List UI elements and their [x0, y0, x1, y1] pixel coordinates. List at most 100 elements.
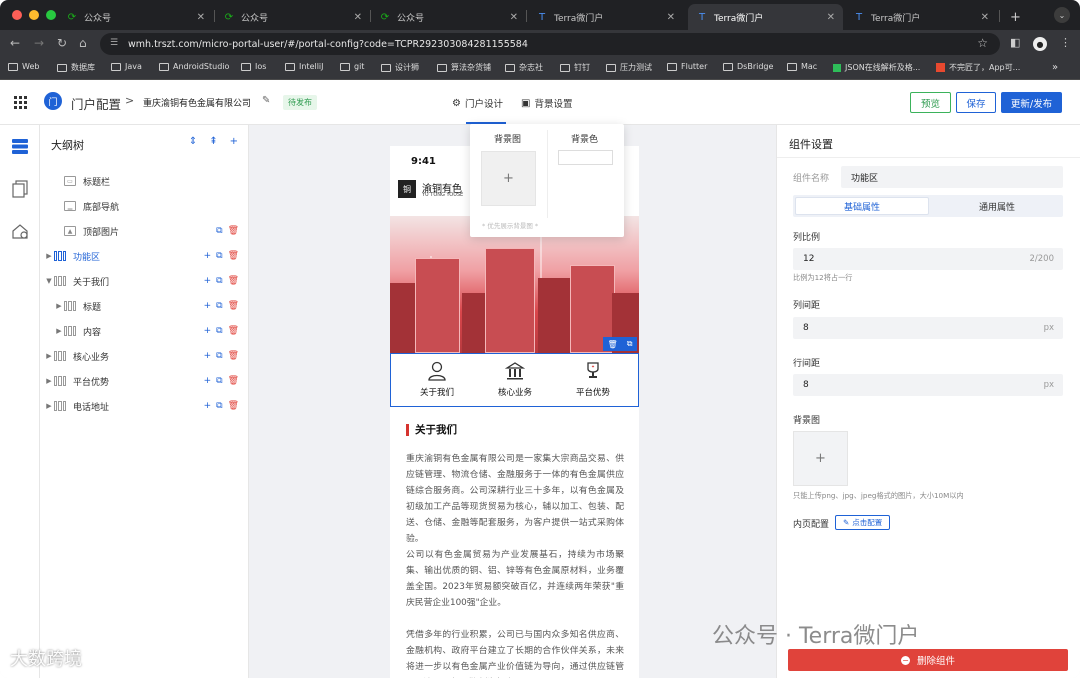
- close-tab-icon[interactable]: ✕: [667, 12, 675, 23]
- caret-right-icon[interactable]: ▶: [40, 252, 54, 260]
- close-tab-icon[interactable]: ✕: [354, 12, 362, 23]
- add-child-icon[interactable]: +: [204, 251, 212, 261]
- tree-node-bottom-nav[interactable]: ▁ 底部导航: [40, 196, 249, 216]
- add-child-icon[interactable]: +: [204, 276, 212, 286]
- profile-avatar-icon[interactable]: ●: [1033, 37, 1047, 51]
- bookmark-item[interactable]: DsBridge: [723, 62, 773, 71]
- bookmark-item[interactable]: git: [340, 62, 364, 71]
- caret-right-icon[interactable]: ▶: [40, 377, 54, 385]
- delete-icon[interactable]: 🗑: [228, 251, 239, 261]
- menu-background-settings[interactable]: ▣ 背景设置: [521, 96, 572, 111]
- bookmark-item[interactable]: Web: [8, 62, 39, 71]
- component-name-field[interactable]: 功能区: [841, 166, 1063, 188]
- browser-tab[interactable]: T Terra微门户 ✕: [845, 4, 997, 30]
- copy-icon[interactable]: ⧉: [216, 276, 222, 286]
- close-tab-icon[interactable]: ✕: [197, 12, 205, 23]
- delete-icon[interactable]: 🗑: [228, 326, 239, 336]
- menu-dots-icon[interactable]: ⋮: [1060, 36, 1071, 49]
- copy-icon[interactable]: ⧉: [216, 351, 222, 361]
- tree-node-top-image[interactable]: ▲ 顶部图片 ⧉ 🗑: [40, 221, 249, 241]
- bookmark-item[interactable]: 数据库: [57, 62, 95, 73]
- function-platform-advantage[interactable]: 平台优势: [563, 360, 623, 398]
- delete-icon[interactable]: 🗑: [228, 301, 239, 311]
- menu-portal-design[interactable]: ⚙ 门户设计: [452, 96, 503, 111]
- bookmark-item[interactable]: 不完匠了，App可...: [936, 62, 1020, 73]
- add-child-icon[interactable]: +: [204, 326, 212, 336]
- close-window-button[interactable]: [12, 10, 22, 20]
- expand-all-icon[interactable]: ⇕: [189, 136, 197, 147]
- function-area[interactable]: 关于我们 核心业务 平台优势: [390, 353, 639, 407]
- copy-icon[interactable]: ⧉: [216, 401, 222, 411]
- bg-color-picker[interactable]: [558, 150, 613, 165]
- tree-node-about-us[interactable]: ▼ 关于我们 + ⧉ 🗑: [40, 271, 249, 291]
- bookmark-item[interactable]: IntelliJ: [285, 62, 324, 71]
- add-child-icon[interactable]: +: [204, 376, 212, 386]
- row-gap-input[interactable]: 8 px: [793, 374, 1063, 396]
- copy-icon[interactable]: ⧉: [216, 326, 222, 336]
- bookmark-item[interactable]: Flutter: [667, 62, 707, 71]
- about-us-section[interactable]: 关于我们 重庆渝铜有色金属有限公司是一家集大宗商品交易、供应链管理、物流仓储、金…: [390, 407, 639, 678]
- add-child-icon[interactable]: +: [204, 301, 212, 311]
- tab-search-icon[interactable]: ⌄: [1054, 7, 1070, 23]
- reload-icon[interactable]: ↻: [57, 36, 67, 50]
- delete-icon[interactable]: 🗑: [228, 226, 239, 236]
- caret-right-icon[interactable]: ▶: [50, 302, 64, 310]
- add-node-icon[interactable]: +: [230, 136, 238, 147]
- close-tab-icon[interactable]: ✕: [981, 12, 989, 23]
- save-button[interactable]: 保存: [956, 92, 996, 113]
- outline-layers-icon[interactable]: [10, 136, 30, 156]
- copy-icon[interactable]: ⧉: [216, 376, 222, 386]
- collapse-all-icon[interactable]: ⇞: [209, 136, 217, 147]
- tree-node-platform-advantage[interactable]: ▶ 平台优势 + ⧉ 🗑: [40, 371, 249, 391]
- publish-button[interactable]: 更新/发布: [1001, 92, 1062, 113]
- tree-node-function-area[interactable]: ▶ 功能区 + ⧉ 🗑: [40, 246, 249, 266]
- add-child-icon[interactable]: +: [204, 351, 212, 361]
- caret-right-icon[interactable]: ▶: [40, 352, 54, 360]
- bookmark-item[interactable]: 设计狮: [381, 62, 419, 73]
- back-icon[interactable]: ←: [10, 36, 20, 50]
- browser-tab[interactable]: ⟳ 公众号 ✕: [215, 4, 370, 30]
- column-ratio-input[interactable]: 12 2/200: [793, 248, 1063, 270]
- tree-node-content[interactable]: ▶ 内容 + ⧉ 🗑: [40, 321, 249, 341]
- column-gap-input[interactable]: 8 px: [793, 317, 1063, 339]
- close-tab-icon[interactable]: ✕: [510, 12, 518, 23]
- delete-icon[interactable]: 🗑: [608, 340, 618, 349]
- tree-node-title[interactable]: ▶ 标题 + ⧉ 🗑: [40, 296, 249, 316]
- delete-icon[interactable]: 🗑: [228, 276, 239, 286]
- copy-icon[interactable]: ⧉: [216, 226, 222, 236]
- delete-component-button[interactable]: − 删除组件: [788, 649, 1068, 671]
- site-info-icon[interactable]: ☰: [110, 38, 118, 48]
- home-icon[interactable]: ⌂: [79, 36, 87, 50]
- forward-icon[interactable]: →: [34, 36, 44, 50]
- close-tab-icon[interactable]: ✕: [827, 12, 835, 23]
- tree-node-core-business[interactable]: ▶ 核心业务 + ⧉ 🗑: [40, 346, 249, 366]
- address-bar[interactable]: ☰ wmh.trszt.com/micro-portal-user/#/port…: [100, 33, 1000, 55]
- delete-icon[interactable]: 🗑: [228, 376, 239, 386]
- caret-down-icon[interactable]: ▼: [40, 277, 54, 285]
- tab-common-properties[interactable]: 通用属性: [931, 195, 1063, 217]
- bookmark-item[interactable]: JSON在线解析及格...: [833, 62, 920, 73]
- caret-right-icon[interactable]: ▶: [40, 402, 54, 410]
- tab-basic-properties[interactable]: 基础属性: [795, 197, 929, 215]
- caret-right-icon[interactable]: ▶: [50, 327, 64, 335]
- browser-tab-active[interactable]: T Terra微门户 ✕: [688, 4, 843, 30]
- bookmark-item[interactable]: 算法杂货铺: [437, 62, 491, 73]
- function-core-business[interactable]: 核心业务: [485, 360, 545, 398]
- sidebar-toggle-icon[interactable]: ◧: [1010, 36, 1020, 49]
- preview-button[interactable]: 预览: [910, 92, 951, 113]
- tree-node-phone-address[interactable]: ▶ 电话地址 + ⧉ 🗑: [40, 396, 249, 416]
- bookmark-item[interactable]: Java: [111, 62, 142, 71]
- apps-grid-icon[interactable]: [14, 96, 27, 109]
- home-settings-icon[interactable]: [10, 221, 30, 241]
- browser-tab[interactable]: T Terra微门户 ✕: [528, 4, 683, 30]
- copy-icon[interactable]: ⧉: [216, 301, 222, 311]
- add-child-icon[interactable]: +: [204, 401, 212, 411]
- bookmark-item[interactable]: AndroidStudio: [159, 62, 229, 71]
- bookmark-star-icon[interactable]: ☆: [977, 36, 988, 50]
- bookmark-item[interactable]: 杂志社: [505, 62, 543, 73]
- browser-tab[interactable]: ⟳ 公众号 ✕: [58, 4, 213, 30]
- browser-tab[interactable]: ⟳ 公众号 ✕: [371, 4, 526, 30]
- bookmark-item[interactable]: Mac: [787, 62, 817, 71]
- bookmark-item[interactable]: 钉钉: [560, 62, 590, 73]
- background-image-upload[interactable]: +: [793, 431, 848, 486]
